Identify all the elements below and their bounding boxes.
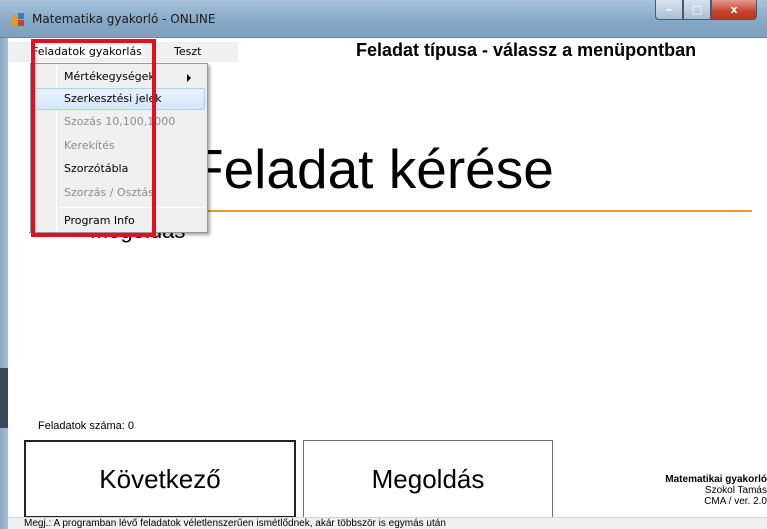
window-controls: – □ x [655, 0, 757, 20]
credits-app-name: Matematikai gyakorló [665, 474, 767, 485]
task-type-heading: Feladat típusa - válassz a menüpontban [356, 40, 697, 60]
solve-button[interactable]: Megoldás [303, 440, 553, 518]
minimize-button[interactable]: – [655, 0, 683, 20]
task-count-label: Feladatok száma: 0 [38, 420, 134, 432]
credits: Matematikai gyakorló Szokol Tamás CMA / … [580, 474, 767, 507]
credits-version: CMA / ver. 2.0 [704, 496, 767, 507]
close-button[interactable]: x [711, 0, 757, 20]
next-button[interactable]: Következő [24, 440, 296, 518]
close-icon: x [730, 3, 738, 16]
minimize-icon: – [666, 3, 672, 16]
app-icon [12, 13, 24, 26]
maximize-button[interactable]: □ [683, 0, 711, 20]
status-bar: Megj.: A programban lévő feladatok vélet… [8, 517, 767, 529]
highlight-annotation-box [31, 39, 156, 237]
status-text: Megj.: A programban lévő feladatok vélet… [24, 518, 446, 529]
submenu-arrow-icon [187, 74, 191, 82]
window-title: Matematika gyakorló - ONLINE [32, 12, 216, 26]
credits-author: Szokol Tamás [704, 485, 767, 496]
maximize-icon: □ [691, 3, 703, 16]
title-divider [190, 210, 752, 212]
window-left-frame [0, 38, 8, 529]
task-request-title: Feladat kérése [190, 138, 554, 200]
menu-teszt[interactable]: Teszt [174, 45, 201, 58]
window-titlebar[interactable]: Matematika gyakorló - ONLINE – □ x [0, 0, 767, 38]
